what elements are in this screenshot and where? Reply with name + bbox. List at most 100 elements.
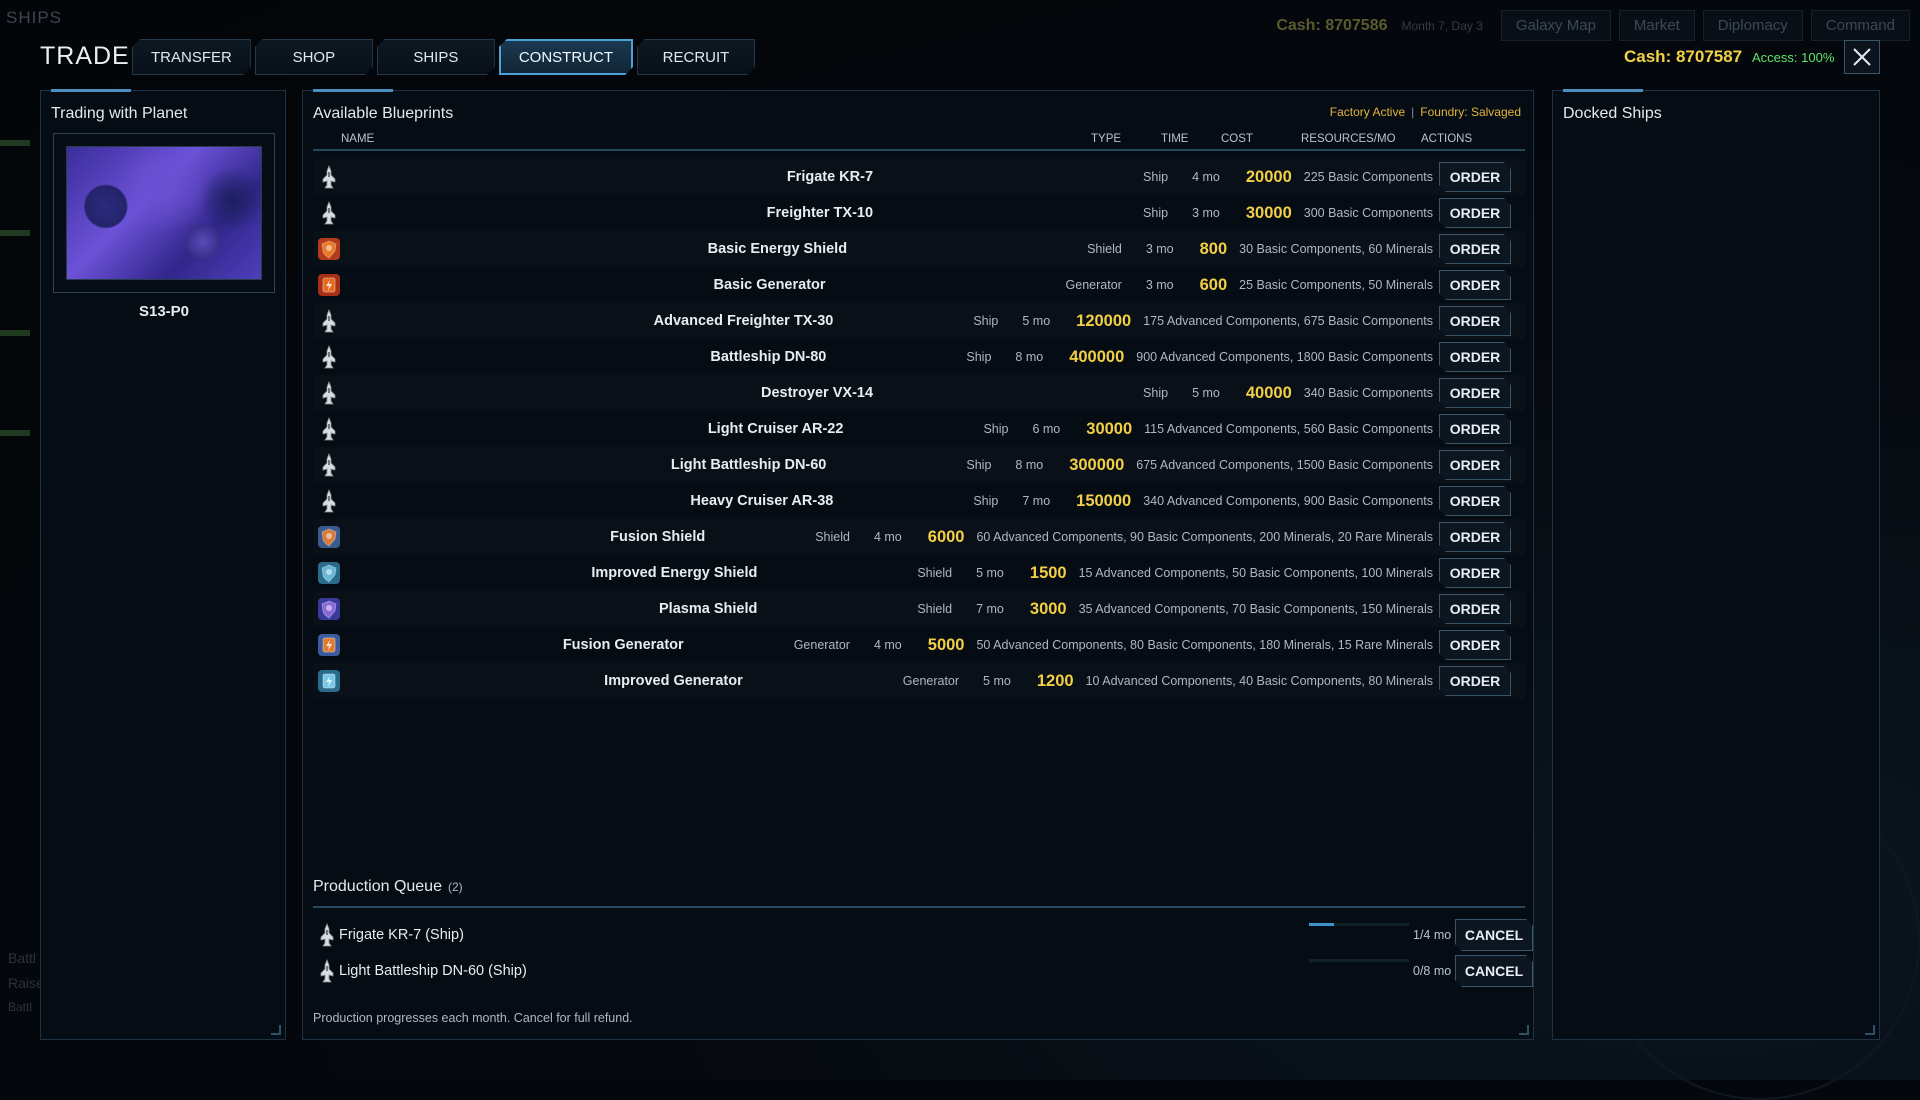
blueprint-details: Basic Generator Generator 3 mo 600 25 Basic … bbox=[714, 267, 1434, 303]
blueprint-name: Light Battleship DN-60 bbox=[670, 457, 827, 473]
order-button[interactable]: ORDER bbox=[1439, 270, 1511, 300]
order-button[interactable]: ORDER bbox=[1439, 486, 1511, 516]
planet-image bbox=[66, 146, 262, 280]
planet-panel: Trading with Planet S13-P0 bbox=[40, 89, 286, 1040]
shield-icon bbox=[317, 561, 341, 585]
table-header: NAME TYPE TIME COST RESOURCES/MO ACTIONS bbox=[313, 123, 1525, 151]
blueprint-type: Ship bbox=[1143, 170, 1169, 184]
blueprint-resources: 340 Advanced Components, 900 Basic Compo… bbox=[1143, 494, 1433, 508]
order-button[interactable]: ORDER bbox=[1439, 414, 1511, 444]
blueprint-time: 8 mo bbox=[1015, 458, 1044, 472]
blueprint-time: 3 mo bbox=[1145, 278, 1174, 292]
blueprint-details: Advanced Freighter TX-30 Ship 5 mo 120000 17… bbox=[654, 303, 1433, 339]
blueprint-type: Shield bbox=[1087, 242, 1122, 256]
blueprint-cost: 20000 bbox=[1245, 167, 1292, 186]
blueprint-row: Basic Energy Shield Shield 3 mo 800 30 Basic… bbox=[313, 231, 1525, 267]
queue-item-name: Light Battleship DN-60 (Ship) bbox=[339, 963, 527, 979]
order-button[interactable]: ORDER bbox=[1439, 558, 1511, 588]
order-button[interactable]: ORDER bbox=[1439, 450, 1511, 480]
blueprint-details: Plasma Shield Shield 7 mo 3000 35 Advanced C… bbox=[659, 591, 1433, 627]
trade-header: TRADE TRANSFER SHOP SHIPS CONSTRUCT RECR… bbox=[0, 0, 1920, 90]
blueprint-details: Improved Generator Generator 5 mo 1200 10 Ad… bbox=[604, 663, 1433, 699]
generator-icon bbox=[317, 633, 341, 657]
shield-icon bbox=[317, 237, 341, 261]
order-button[interactable]: ORDER bbox=[1439, 306, 1511, 336]
blueprint-time: 4 mo bbox=[1192, 170, 1220, 184]
column-time: TIME bbox=[1161, 133, 1189, 145]
tab-shop[interactable]: SHOP bbox=[255, 39, 373, 75]
blueprint-row: Advanced Freighter TX-30 Ship 5 mo 120000 17… bbox=[313, 303, 1525, 339]
order-button[interactable]: ORDER bbox=[1439, 522, 1511, 552]
blueprint-row: Basic Generator Generator 3 mo 600 25 Basic … bbox=[313, 267, 1525, 303]
background-indicator bbox=[0, 140, 30, 146]
blueprint-time: 3 mo bbox=[1145, 242, 1174, 256]
blueprint-name: Frigate KR-7 bbox=[786, 169, 874, 185]
blueprint-details: Light Battleship DN-60 Ship 8 mo 300000 675 … bbox=[671, 447, 1433, 483]
queue-item-progress: 0/8 mo bbox=[1413, 964, 1452, 978]
order-button[interactable]: ORDER bbox=[1439, 630, 1511, 660]
blueprint-name: Improved Generator bbox=[604, 673, 743, 689]
blueprint-details: Destroyer VX-14 Ship 5 mo 40000 340 Basic Co… bbox=[761, 375, 1433, 411]
blueprint-time: 3 mo bbox=[1192, 206, 1220, 220]
tab-ships[interactable]: SHIPS bbox=[377, 39, 495, 75]
factory-active-label: Factory Active bbox=[1329, 105, 1406, 119]
blueprint-type: Generator bbox=[1065, 278, 1122, 292]
foundry-label: Foundry: Salvaged bbox=[1420, 105, 1521, 119]
column-name: NAME bbox=[341, 133, 375, 145]
blueprint-cost: 1200 bbox=[1036, 671, 1074, 690]
background-indicator bbox=[0, 430, 30, 436]
column-type: TYPE bbox=[1091, 133, 1122, 145]
tab-construct[interactable]: CONSTRUCT bbox=[499, 39, 633, 75]
ship-icon bbox=[317, 164, 341, 189]
order-button[interactable]: ORDER bbox=[1439, 342, 1511, 372]
blueprint-details: Heavy Cruiser AR-38 Ship 7 mo 150000 340 Adv… bbox=[690, 483, 1433, 519]
blueprint-cost: 800 bbox=[1199, 239, 1228, 258]
ship-icon bbox=[317, 488, 341, 513]
blueprint-details: Frigate KR-7 Ship 4 mo 20000 225 Basic Compo… bbox=[787, 159, 1433, 195]
access-display: Access: 100% bbox=[1752, 50, 1835, 65]
background-indicator bbox=[0, 230, 30, 236]
order-button[interactable]: ORDER bbox=[1439, 378, 1511, 408]
order-button[interactable]: ORDER bbox=[1439, 666, 1511, 696]
background-text: Raise bbox=[8, 975, 44, 991]
blueprint-type: Ship bbox=[1143, 386, 1169, 400]
blueprint-name: Light Cruiser AR-22 bbox=[707, 421, 844, 437]
queue-progress-bar bbox=[1309, 923, 1409, 926]
blueprint-type: Ship bbox=[973, 314, 999, 328]
blueprint-resources: 115 Advanced Components, 560 Basic Compo… bbox=[1144, 422, 1433, 436]
blueprint-details: Fusion Shield Shield 4 mo 6000 60 Advanced C… bbox=[610, 519, 1433, 555]
blueprint-type: Ship bbox=[1143, 206, 1169, 220]
blueprint-cost: 30000 bbox=[1086, 419, 1133, 438]
order-button[interactable]: ORDER bbox=[1439, 594, 1511, 624]
blueprint-details: Improved Energy Shield Shield 5 mo 1500 15 A… bbox=[591, 555, 1433, 591]
blueprint-name: Plasma Shield bbox=[659, 601, 758, 617]
blueprint-time: 4 mo bbox=[873, 530, 902, 544]
queue-item-progress: 1/4 mo bbox=[1413, 928, 1452, 942]
page-title: TRADE bbox=[40, 42, 130, 70]
cancel-button[interactable]: CANCEL bbox=[1455, 955, 1533, 987]
blueprint-row: Fusion Generator Generator 4 mo 5000 50 Adva… bbox=[313, 627, 1525, 663]
shield-icon bbox=[317, 597, 341, 621]
cancel-button[interactable]: CANCEL bbox=[1455, 919, 1533, 951]
background-text: Battl bbox=[8, 950, 37, 966]
close-button[interactable] bbox=[1844, 40, 1880, 74]
blueprint-cost: 120000 bbox=[1076, 311, 1132, 330]
blueprint-resources: 340 Basic Components bbox=[1303, 386, 1433, 400]
blueprint-resources: 300 Basic Components bbox=[1303, 206, 1433, 220]
blueprint-type: Shield bbox=[815, 530, 850, 544]
blueprint-row: Improved Energy Shield Shield 5 mo 1500 15 A… bbox=[313, 555, 1525, 591]
blueprint-resources: 10 Advanced Components, 40 Basic Compone… bbox=[1085, 674, 1433, 688]
blueprint-type: Ship bbox=[966, 458, 992, 472]
blueprint-row: Fusion Shield Shield 4 mo 6000 60 Advanced C… bbox=[313, 519, 1525, 555]
queue-divider bbox=[313, 906, 1525, 908]
tab-transfer[interactable]: TRANSFER bbox=[132, 39, 251, 75]
blueprint-time: 7 mo bbox=[1022, 494, 1051, 508]
close-icon bbox=[1853, 48, 1871, 66]
order-button[interactable]: ORDER bbox=[1439, 198, 1511, 228]
blueprint-name: Advanced Freighter TX-30 bbox=[653, 313, 834, 329]
blueprint-type: Shield bbox=[917, 602, 953, 616]
blueprint-resources: 25 Basic Components, 50 Minerals bbox=[1239, 278, 1433, 292]
tab-recruit[interactable]: RECRUIT bbox=[637, 39, 755, 75]
order-button[interactable]: ORDER bbox=[1439, 234, 1511, 264]
order-button[interactable]: ORDER bbox=[1439, 162, 1511, 192]
